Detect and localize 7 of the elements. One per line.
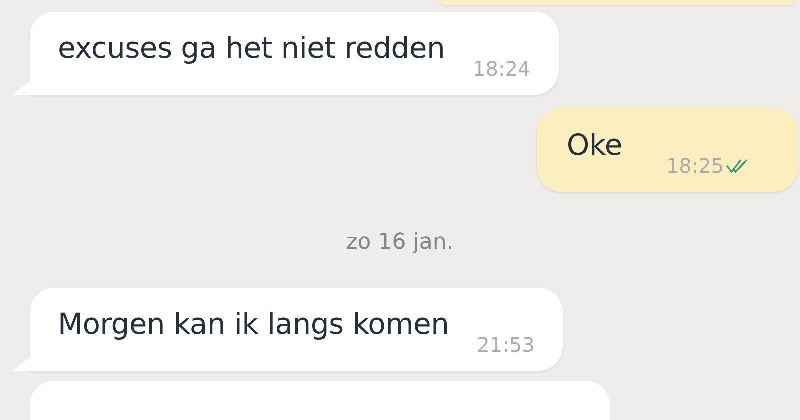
message-time: 18:24 [473,57,531,82]
message-time: 18:25 [666,154,724,178]
date-separator: zo 16 jan. [346,230,454,255]
message-time: 21:53 [477,333,535,358]
message-text: Morgen kan ik langs komen [58,310,450,340]
message-text: Oke [566,130,622,160]
message-text: excuses ga het niet redden [58,34,446,64]
